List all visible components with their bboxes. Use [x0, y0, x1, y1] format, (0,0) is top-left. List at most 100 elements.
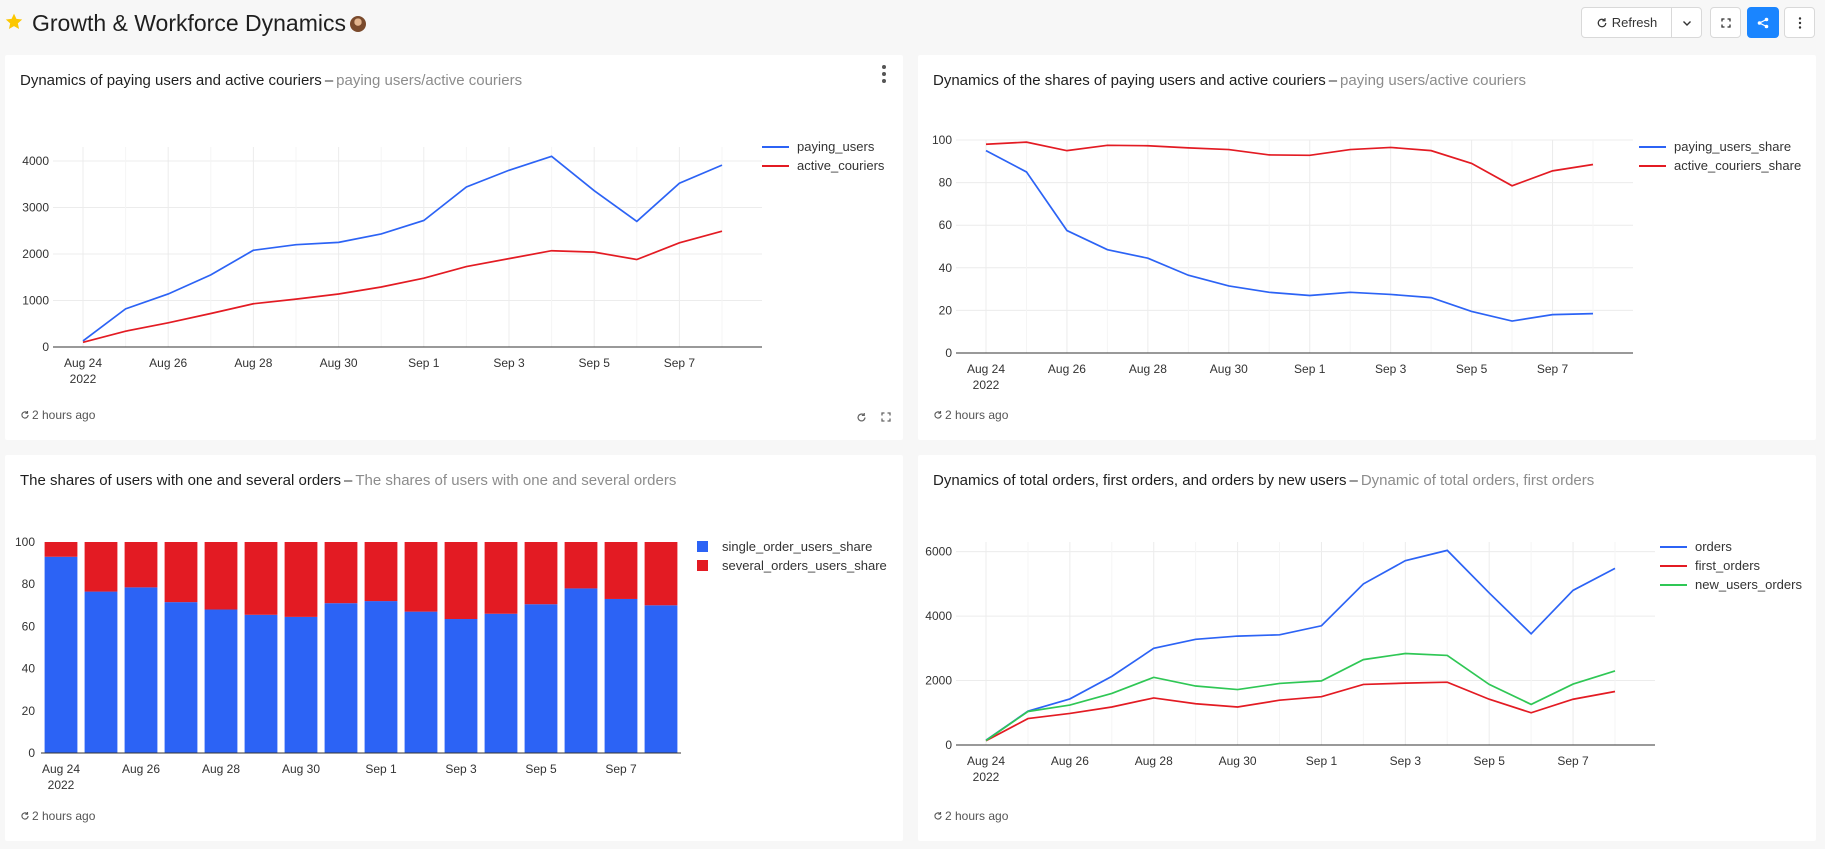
legend-label: active_couriers: [797, 158, 885, 173]
x-tick-label: Sep 5: [1474, 754, 1506, 768]
bar-segment: [604, 598, 638, 753]
legend-swatch: [697, 560, 708, 571]
bar-segment: [404, 542, 438, 612]
last-updated: 2 hours ago: [32, 408, 96, 422]
bar-segment: [204, 609, 238, 753]
x-tick-label: Sep 3: [1390, 754, 1422, 768]
refresh-panel-icon[interactable]: [856, 412, 867, 423]
x-tick-label: Sep 1: [408, 356, 440, 370]
bar-segment: [244, 614, 278, 753]
refresh-small-icon: [21, 410, 29, 419]
bar-segment: [44, 556, 78, 753]
chart-paying-users-couriers[interactable]: 0 1000 2000 3000 4000 Aug 24 Aug 26 Aug 28 Aug 3…: [5, 55, 903, 440]
x-tick-label: Sep 5: [1456, 362, 1488, 376]
y-tick-label: 0: [945, 346, 952, 360]
x-year-label: 2022: [973, 770, 1000, 784]
y-tick-label: 0: [945, 738, 952, 752]
y-tick-label: 3000: [22, 200, 49, 214]
bar-segment: [644, 605, 678, 753]
x-tick-label: Aug 28: [202, 762, 240, 776]
bar-segment: [564, 542, 598, 589]
series-line: [985, 652, 1616, 742]
bar-segment: [124, 542, 158, 588]
y-tick-label: 6000: [925, 545, 952, 559]
chart-orders[interactable]: 0 2000 4000 6000 Aug 24 Aug 26 Aug 28 Aug 30 Sep…: [918, 455, 1816, 841]
refresh-button[interactable]: Refresh: [1581, 7, 1672, 38]
legend-label: first_orders: [1695, 558, 1761, 573]
bar-segment: [124, 587, 158, 753]
x-tick-label: Sep 7: [1557, 754, 1589, 768]
y-tick-label: 60: [22, 619, 36, 633]
x-tick-label: Sep 3: [445, 762, 477, 776]
expand-panel-icon[interactable]: [881, 412, 891, 422]
share-button[interactable]: [1747, 7, 1779, 38]
panel-footer-actions: [856, 412, 891, 423]
x-tick-label: Sep 7: [605, 762, 637, 776]
fullscreen-icon: [1720, 17, 1731, 28]
bar-segment: [164, 542, 198, 603]
bar-segment: [644, 542, 678, 606]
owner-avatar[interactable]: [350, 16, 366, 32]
y-tick-label: 20: [939, 303, 953, 317]
x-tick-label: Aug 26: [1048, 362, 1086, 376]
series-line: [82, 155, 723, 342]
y-tick-label: 80: [22, 577, 36, 591]
kebab-menu-icon: [1798, 16, 1801, 29]
bar-segment: [324, 603, 358, 753]
series-line: [82, 230, 723, 344]
x-tick-label: Sep 7: [664, 356, 696, 370]
x-tick-label: Sep 7: [1537, 362, 1569, 376]
legend-label: several_orders_users_share: [722, 558, 887, 573]
more-options-button[interactable]: [1784, 7, 1815, 38]
x-tick-label: Aug 30: [1210, 362, 1248, 376]
x-tick-label: Aug 26: [149, 356, 187, 370]
share-icon: [1757, 17, 1769, 28]
bar-segment: [524, 542, 558, 605]
panel-footer: 2 hours ago: [20, 408, 95, 422]
x-tick-label: Sep 3: [493, 356, 525, 370]
legend-label: paying_users: [797, 139, 875, 154]
bar-segment: [364, 542, 398, 602]
series-line: [985, 149, 1594, 322]
refresh-small-icon: [934, 410, 942, 419]
refresh-icon: [1597, 17, 1607, 27]
bar-segment: [564, 588, 598, 753]
x-tick-label: Sep 3: [1375, 362, 1407, 376]
legend-label: single_order_users_share: [722, 539, 872, 554]
bar-segment: [484, 613, 518, 753]
y-tick-label: 0: [42, 340, 49, 354]
bar-segment: [444, 619, 478, 753]
legend-label: orders: [1695, 539, 1732, 554]
x-tick-label: Sep 5: [579, 356, 611, 370]
x-tick-label: Aug 30: [1219, 754, 1257, 768]
y-tick-label: 2000: [925, 674, 952, 688]
bar-segment: [404, 611, 438, 753]
chart-order-shares[interactable]: 0 20 40 60 80 100 Aug 24 Aug 26 Aug 28 Aug 30 Sep …: [5, 455, 903, 841]
bar-segment: [244, 542, 278, 615]
bar-segment: [84, 542, 118, 592]
bar-segment: [284, 542, 318, 617]
fullscreen-button[interactable]: [1710, 7, 1741, 38]
bar-segment: [84, 591, 118, 753]
dashboard-header: Growth & Workforce Dynamics Refresh: [0, 0, 1825, 48]
y-tick-label: 80: [939, 176, 953, 190]
x-tick-label: Aug 24: [967, 754, 1005, 768]
chart-shares[interactable]: 0 20 40 60 80 100 Aug 24 Aug 26 Aug 28 Aug 30 Sep …: [918, 55, 1816, 440]
panel-footer: 2 hours ago: [933, 408, 1008, 422]
refresh-small-icon: [934, 811, 942, 820]
legend-label: paying_users_share: [1674, 139, 1791, 154]
bar-segment: [604, 542, 638, 599]
x-tick-label: Sep 5: [525, 762, 557, 776]
x-year-label: 2022: [48, 778, 75, 792]
legend-swatch: [697, 541, 708, 552]
y-tick-label: 60: [939, 218, 953, 232]
refresh-options-dropdown[interactable]: [1671, 7, 1702, 38]
x-tick-label: Aug 24: [967, 362, 1005, 376]
y-tick-label: 100: [932, 133, 952, 147]
x-tick-label: Sep 1: [1306, 754, 1338, 768]
favorite-star-icon[interactable]: [4, 12, 24, 32]
y-tick-label: 100: [15, 535, 35, 549]
bar-segment: [44, 542, 78, 557]
chart-panel-orders: Dynamics of total orders, first orders, …: [918, 455, 1816, 841]
series-line: [985, 141, 1594, 187]
